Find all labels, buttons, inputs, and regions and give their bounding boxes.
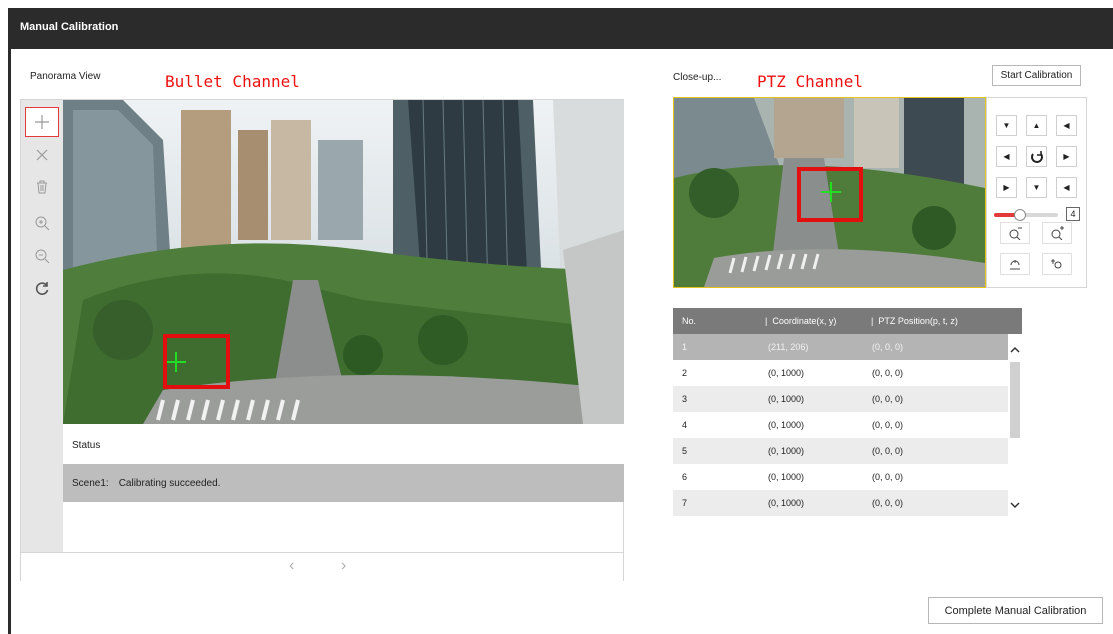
left-edge bbox=[8, 49, 11, 634]
next-page-icon[interactable]: › bbox=[341, 557, 346, 575]
bullet-channel-annotation: Bullet Channel bbox=[165, 72, 300, 91]
speed-slider[interactable] bbox=[994, 209, 1058, 221]
scroll-up-icon[interactable] bbox=[1010, 342, 1020, 356]
col-coordinate-text: Coordinate(x, y) bbox=[772, 316, 837, 326]
col-no: No. bbox=[682, 316, 697, 326]
ptz-highlight-box bbox=[797, 167, 863, 222]
title-bar: Manual Calibration bbox=[8, 8, 1113, 49]
trash-icon[interactable] bbox=[25, 172, 59, 202]
zoom-in-icon[interactable] bbox=[25, 208, 59, 238]
cell-coordinate: (0, 1000) bbox=[768, 420, 805, 430]
speed-value: 4 bbox=[1066, 207, 1080, 221]
table-row[interactable]: 1 (211, 206) (0, 0, 0) bbox=[673, 334, 1008, 360]
scroll-down-icon[interactable] bbox=[1010, 498, 1020, 512]
zoom-in-lens-icon[interactable] bbox=[1042, 222, 1072, 244]
focus-far-icon[interactable] bbox=[1042, 253, 1072, 275]
cell-no: 5 bbox=[682, 446, 688, 456]
table-row[interactable]: 3 (0, 1000) (0, 0, 0) bbox=[673, 386, 1008, 412]
cell-coordinate: (211, 206) bbox=[768, 342, 809, 352]
cell-coordinate: (0, 1000) bbox=[768, 446, 805, 456]
cell-ptz: (0, 0, 0) bbox=[872, 420, 904, 430]
complete-manual-calibration-button[interactable]: Complete Manual Calibration bbox=[928, 597, 1103, 624]
speed-slider-knob[interactable] bbox=[1013, 209, 1026, 221]
cell-coordinate: (0, 1000) bbox=[768, 368, 805, 378]
tilt-down-icon[interactable]: ▼ bbox=[1026, 177, 1047, 198]
table-scrollbar[interactable] bbox=[1008, 334, 1022, 516]
status-row: Scene1: Calibrating succeeded. bbox=[63, 464, 624, 502]
refresh-icon[interactable] bbox=[25, 273, 59, 303]
tilt-up-icon[interactable]: ▲ bbox=[1026, 115, 1047, 136]
panorama-panel: Status Scene1: Calibrating succeeded. ‹ › bbox=[20, 99, 624, 581]
cell-ptz: (0, 0, 0) bbox=[872, 342, 904, 352]
pan-left-up-icon[interactable]: ▼ bbox=[996, 115, 1017, 136]
bullet-highlight-box bbox=[163, 334, 230, 389]
cell-ptz: (0, 0, 0) bbox=[872, 446, 904, 456]
ptz-control-panel: ▼ ▲ ◀ ◀ ▶ ▶ ▼ ◀ 4 bbox=[986, 97, 1087, 288]
pan-left-icon[interactable]: ◀ bbox=[996, 146, 1017, 167]
status-message: Calibrating succeeded. bbox=[118, 478, 221, 489]
pan-right-down-icon[interactable]: ◀ bbox=[1056, 177, 1077, 198]
cell-coordinate: (0, 1000) bbox=[768, 394, 805, 404]
cell-no: 1 bbox=[682, 342, 688, 352]
panorama-pager: ‹ › bbox=[21, 552, 623, 581]
ptz-channel-annotation: PTZ Channel bbox=[757, 72, 863, 91]
zoom-out-icon[interactable] bbox=[25, 241, 59, 271]
col-ptz-position: | PTZ Position(p, t, z) bbox=[871, 316, 958, 326]
col-coordinate: | Coordinate(x, y) bbox=[765, 316, 837, 326]
pan-right-icon[interactable]: ▶ bbox=[1056, 146, 1077, 167]
focus-near-icon[interactable] bbox=[1000, 253, 1030, 275]
cell-ptz: (0, 0, 0) bbox=[872, 472, 904, 482]
panorama-video[interactable] bbox=[63, 100, 624, 424]
close-icon[interactable] bbox=[25, 140, 59, 170]
table-row[interactable]: 7 (0, 1000) (0, 0, 0) bbox=[673, 490, 1008, 516]
status-scene: Scene1: bbox=[72, 478, 109, 489]
scroll-thumb[interactable] bbox=[1010, 362, 1020, 438]
panorama-toolbar bbox=[21, 100, 63, 552]
table-row[interactable]: 6 (0, 1000) (0, 0, 0) bbox=[673, 464, 1008, 490]
pan-left-down-icon[interactable]: ▶ bbox=[996, 177, 1017, 198]
top-strip bbox=[0, 0, 1113, 8]
table-row[interactable]: 5 (0, 1000) (0, 0, 0) bbox=[673, 438, 1008, 464]
table-header: No. | Coordinate(x, y) | PTZ Position(p,… bbox=[673, 308, 1022, 334]
cell-ptz: (0, 0, 0) bbox=[872, 368, 904, 378]
auto-rotate-icon[interactable] bbox=[1026, 146, 1047, 167]
panorama-view-label: Panorama View bbox=[30, 71, 101, 82]
cell-no: 7 bbox=[682, 498, 688, 508]
cell-no: 3 bbox=[682, 394, 688, 404]
table-row[interactable]: 4 (0, 1000) (0, 0, 0) bbox=[673, 412, 1008, 438]
cell-ptz: (0, 0, 0) bbox=[872, 498, 904, 508]
closeup-label: Close-up... bbox=[673, 72, 722, 83]
cell-coordinate: (0, 1000) bbox=[768, 472, 805, 482]
cell-no: 6 bbox=[682, 472, 688, 482]
window-title: Manual Calibration bbox=[20, 21, 119, 33]
zoom-out-lens-icon[interactable] bbox=[1000, 222, 1030, 244]
cell-ptz: (0, 0, 0) bbox=[872, 394, 904, 404]
table-row[interactable]: 2 (0, 1000) (0, 0, 0) bbox=[673, 360, 1008, 386]
prev-page-icon[interactable]: ‹ bbox=[289, 557, 294, 575]
col-ptz-text: PTZ Position(p, t, z) bbox=[878, 316, 958, 326]
status-header: Status bbox=[63, 424, 624, 464]
cell-no: 2 bbox=[682, 368, 688, 378]
pan-right-up-icon[interactable]: ◀ bbox=[1056, 115, 1077, 136]
plus-icon[interactable] bbox=[25, 107, 59, 137]
start-calibration-button[interactable]: Start Calibration bbox=[992, 65, 1081, 86]
cell-no: 4 bbox=[682, 420, 688, 430]
cell-coordinate: (0, 1000) bbox=[768, 498, 805, 508]
